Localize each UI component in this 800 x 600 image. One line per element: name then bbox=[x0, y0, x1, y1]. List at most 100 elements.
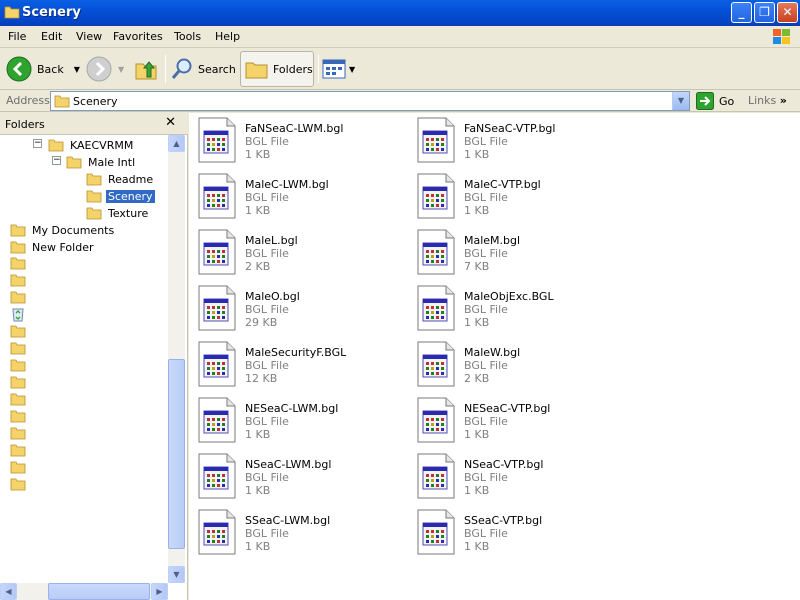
back-button[interactable]: Back ▼ bbox=[6, 51, 80, 87]
menu-edit[interactable]: Edit bbox=[41, 30, 62, 43]
forward-dropdown-icon[interactable]: ▼ bbox=[118, 65, 124, 74]
folders-vertical-scrollbar[interactable]: ▲ ▼ bbox=[168, 135, 185, 583]
tree-item-male-intl[interactable]: Male Intl bbox=[66, 154, 137, 170]
folders-icon bbox=[245, 62, 268, 79]
menu-tools[interactable]: Tools bbox=[174, 30, 201, 43]
go-button[interactable]: Go bbox=[696, 92, 734, 110]
folders-button[interactable]: Folders bbox=[240, 51, 314, 87]
scroll-down-icon[interactable]: ▼ bbox=[168, 566, 185, 583]
tree-item-label: Male Intl bbox=[88, 155, 136, 169]
file-type: BGL File bbox=[245, 247, 289, 260]
folder-tree[interactable]: − KAECVRMM − Male Intl Readme Scenery Te… bbox=[0, 135, 168, 581]
folder-icon[interactable] bbox=[10, 375, 26, 389]
up-folder-button[interactable] bbox=[134, 51, 160, 87]
views-button[interactable]: ▼ bbox=[322, 51, 358, 87]
bgl-file-icon bbox=[416, 117, 456, 163]
file-item[interactable]: NSeaC-VTP.bgl BGL File 1 KB bbox=[408, 449, 608, 501]
folder-icon[interactable] bbox=[10, 443, 26, 457]
file-size: 1 KB bbox=[245, 148, 271, 161]
tree-item-my-documents[interactable]: My Documents bbox=[10, 222, 116, 238]
tree-item-kaecvrmm[interactable]: KAECVRMM bbox=[48, 137, 135, 153]
folder-icon[interactable] bbox=[10, 460, 26, 474]
scroll-thumb[interactable] bbox=[48, 583, 150, 600]
file-name: SSeaC-LWM.bgl bbox=[245, 514, 331, 527]
tree-item-scenery[interactable]: Scenery bbox=[86, 188, 155, 204]
scroll-right-icon[interactable]: ▶ bbox=[151, 583, 168, 600]
scroll-up-icon[interactable]: ▲ bbox=[168, 135, 185, 152]
close-button[interactable]: ✕ bbox=[777, 2, 798, 23]
chevron-right-icon: » bbox=[779, 94, 787, 107]
file-item[interactable]: MaleM.bgl BGL File 7 KB bbox=[408, 225, 608, 277]
close-icon[interactable]: ✕ bbox=[165, 115, 176, 130]
file-item[interactable]: MaleW.bgl BGL File 2 KB bbox=[408, 337, 608, 389]
file-type: BGL File bbox=[245, 135, 289, 148]
address-dropdown-icon[interactable]: ▼ bbox=[672, 92, 689, 110]
folder-icon bbox=[10, 241, 26, 254]
folder-icon[interactable] bbox=[10, 392, 26, 406]
menu-file[interactable]: File bbox=[8, 30, 26, 43]
file-item[interactable]: SSeaC-VTP.bgl BGL File 1 KB bbox=[408, 505, 608, 557]
tree-item-readme[interactable]: Readme bbox=[86, 171, 155, 187]
address-bar: Address Scenery ▼ Go Links » bbox=[0, 90, 800, 112]
folder-icon[interactable] bbox=[10, 290, 26, 304]
maximize-button[interactable]: ❐ bbox=[754, 2, 775, 23]
toolbar-separator bbox=[165, 55, 166, 83]
file-item[interactable]: MaleObjExc.BGL BGL File 1 KB bbox=[408, 281, 608, 333]
tree-item-new-folder[interactable]: New Folder bbox=[10, 239, 95, 255]
file-name: MaleO.bgl bbox=[245, 290, 300, 303]
minimize-button[interactable]: _ bbox=[731, 2, 752, 23]
folder-icon bbox=[54, 95, 70, 108]
file-name: NSeaC-VTP.bgl bbox=[464, 458, 544, 471]
collapse-icon[interactable]: − bbox=[33, 139, 42, 148]
views-dropdown-icon[interactable]: ▼ bbox=[349, 65, 355, 74]
menu-view[interactable]: View bbox=[76, 30, 102, 43]
file-item[interactable]: NESeaC-LWM.bgl BGL File 1 KB bbox=[189, 393, 389, 445]
scroll-thumb[interactable] bbox=[168, 359, 185, 549]
folder-icon bbox=[10, 224, 26, 237]
file-item[interactable]: MaleC-VTP.bgl BGL File 1 KB bbox=[408, 169, 608, 221]
menu-favorites[interactable]: Favorites bbox=[113, 30, 163, 43]
recycle-bin-icon[interactable] bbox=[10, 306, 26, 322]
file-type: BGL File bbox=[464, 135, 508, 148]
file-item[interactable]: MaleO.bgl BGL File 29 KB bbox=[189, 281, 389, 333]
folder-icon[interactable] bbox=[10, 426, 26, 440]
links-button[interactable]: Links » bbox=[748, 94, 787, 107]
file-type: BGL File bbox=[464, 247, 508, 260]
open-folder-icon bbox=[66, 156, 82, 169]
folder-icon[interactable] bbox=[10, 341, 26, 355]
folder-icon[interactable] bbox=[10, 358, 26, 372]
tree-item-texture[interactable]: Texture bbox=[86, 205, 150, 221]
file-type: BGL File bbox=[464, 191, 508, 204]
bgl-file-icon bbox=[197, 117, 237, 163]
back-dropdown-icon[interactable]: ▼ bbox=[74, 65, 80, 74]
folders-title: Folders bbox=[5, 118, 45, 131]
toolbar-separator bbox=[318, 55, 319, 83]
folder-icon[interactable] bbox=[10, 324, 26, 338]
file-item[interactable]: FaNSeaC-LWM.bgl BGL File 1 KB bbox=[189, 113, 389, 165]
file-item[interactable]: NSeaC-LWM.bgl BGL File 1 KB bbox=[189, 449, 389, 501]
search-button[interactable]: Search bbox=[170, 51, 236, 87]
file-item[interactable]: NESeaC-VTP.bgl BGL File 1 KB bbox=[408, 393, 608, 445]
folder-icon[interactable] bbox=[10, 273, 26, 287]
file-item[interactable]: MaleSecurityF.BGL BGL File 12 KB bbox=[189, 337, 389, 389]
title-bar[interactable]: Scenery _ ❐ ✕ bbox=[0, 0, 800, 26]
file-item[interactable]: FaNSeaC-VTP.bgl BGL File 1 KB bbox=[408, 113, 608, 165]
file-item[interactable]: SSeaC-LWM.bgl BGL File 1 KB bbox=[189, 505, 389, 557]
file-item[interactable]: MaleL.bgl BGL File 2 KB bbox=[189, 225, 389, 277]
file-list[interactable]: FaNSeaC-LWM.bgl BGL File 1 KB FaNSeaC-VTP.b… bbox=[189, 113, 800, 600]
menu-help[interactable]: Help bbox=[215, 30, 240, 43]
file-size: 29 KB bbox=[245, 316, 278, 329]
file-item[interactable]: MaleC-LWM.bgl BGL File 1 KB bbox=[189, 169, 389, 221]
forward-button[interactable]: ▼ bbox=[86, 51, 128, 87]
folder-icon[interactable] bbox=[10, 477, 26, 491]
folders-horizontal-scrollbar[interactable]: ◀ ▶ bbox=[0, 583, 168, 600]
scroll-left-icon[interactable]: ◀ bbox=[0, 583, 17, 600]
collapse-icon[interactable]: − bbox=[52, 156, 61, 165]
folder-icon[interactable] bbox=[10, 409, 26, 423]
file-size: 1 KB bbox=[245, 428, 271, 441]
address-field[interactable]: Scenery ▼ bbox=[50, 91, 690, 111]
back-label: Back bbox=[37, 62, 64, 76]
folder-icon[interactable] bbox=[10, 256, 26, 270]
file-size: 2 KB bbox=[464, 372, 490, 385]
bgl-file-icon bbox=[197, 285, 237, 331]
